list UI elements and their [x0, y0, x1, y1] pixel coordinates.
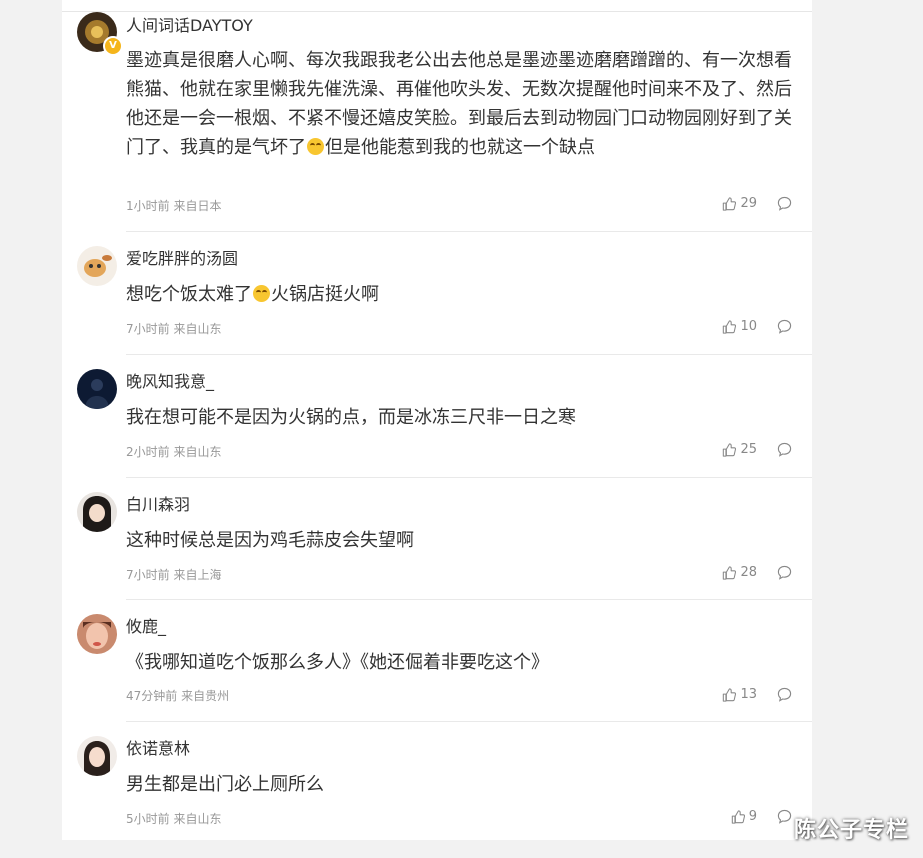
- comment-bubble-icon[interactable]: [777, 687, 792, 702]
- thumbs-up-icon: [731, 809, 745, 824]
- avatar[interactable]: [77, 736, 117, 776]
- comment-text: 墨迹真是很磨人心啊、每次我跟我老公出去他总是墨迹墨迹磨磨蹭蹭的、有一次想看熊猫、…: [126, 46, 796, 162]
- thumbs-up-icon: [723, 196, 737, 211]
- thumbs-up-icon: [723, 319, 737, 334]
- comment-text-part: 想吃个饭太难了: [126, 284, 252, 305]
- comment-actions: 9: [731, 809, 792, 824]
- comment-item: 晚风知我意_ 我在想可能不是因为火锅的点，而是冰冻三尺非一日之寒 2小时前 来自…: [62, 355, 812, 478]
- username[interactable]: 白川森羽: [126, 494, 190, 516]
- comment-text: 这种时候总是因为鸡毛蒜皮会失望啊: [126, 530, 414, 551]
- watermark-text: 陈公子专栏: [793, 818, 909, 843]
- comment-actions: 25: [722, 442, 792, 457]
- comment-item: 依诺意林 男生都是出门必上厕所么 5小时前 来自山东 9: [62, 722, 812, 840]
- comment-actions: 10: [722, 319, 792, 334]
- like-button[interactable]: 10: [722, 319, 757, 334]
- thumbs-up-icon: [723, 565, 737, 580]
- comment-item: 爱吃胖胖的汤圆 想吃个饭太难了 火锅店挺火啊 7小时前 来自山东 10: [62, 232, 812, 355]
- comment-meta: 2小时前 来自山东: [126, 445, 222, 459]
- laughing-tears-emoji-icon: [253, 285, 270, 302]
- comment-meta: 7小时前 来自山东: [126, 322, 222, 336]
- comment-item: 攸鹿_ 《我哪知道吃个饭那么多人》《她还倔着非要吃这个》 47分钟前 来自贵州 …: [62, 600, 812, 722]
- avatar[interactable]: [77, 614, 117, 654]
- comment-item: 白川森羽 这种时候总是因为鸡毛蒜皮会失望啊 7小时前 来自上海 28: [62, 478, 812, 600]
- thumbs-up-icon: [723, 687, 737, 702]
- like-count: 25: [740, 442, 757, 457]
- username[interactable]: 晚风知我意_: [126, 371, 214, 393]
- like-button[interactable]: 25: [722, 442, 757, 457]
- comment-bubble-icon[interactable]: [777, 196, 792, 211]
- like-button[interactable]: 13: [722, 687, 757, 702]
- avatar[interactable]: [77, 492, 117, 532]
- like-count: 29: [740, 196, 757, 211]
- comment-bubble-icon[interactable]: [777, 809, 792, 824]
- avatar[interactable]: [77, 369, 117, 409]
- comment-actions: 29: [722, 196, 792, 211]
- comment-text: 男生都是出门必上厕所么: [126, 774, 324, 795]
- comment-item: V 人间词话DAYTOY 墨迹真是很磨人心啊、每次我跟我老公出去他总是墨迹墨迹磨…: [62, 12, 812, 232]
- comment-bubble-icon[interactable]: [777, 565, 792, 580]
- comment-text-part: 火锅店挺火啊: [271, 284, 379, 305]
- comment-text-part: 但是他能惹到我的也就这一个缺点: [325, 137, 595, 158]
- like-count: 28: [740, 565, 757, 580]
- comment-text: 想吃个饭太难了 火锅店挺火啊: [126, 280, 796, 309]
- like-button[interactable]: 28: [722, 565, 757, 580]
- comment-meta: 1小时前 来自日本: [126, 199, 222, 213]
- username[interactable]: 依诺意林: [126, 738, 190, 760]
- comment-text: 我在想可能不是因为火锅的点，而是冰冻三尺非一日之寒: [126, 407, 576, 428]
- username[interactable]: 攸鹿_: [126, 616, 166, 638]
- avatar[interactable]: [77, 246, 117, 286]
- comments-panel: V 人间词话DAYTOY 墨迹真是很磨人心啊、每次我跟我老公出去他总是墨迹墨迹磨…: [62, 0, 812, 840]
- comment-actions: 13: [722, 687, 792, 702]
- username[interactable]: 人间词话DAYTOY: [126, 15, 253, 37]
- username[interactable]: 爱吃胖胖的汤圆: [126, 248, 238, 270]
- top-divider: [62, 11, 812, 12]
- like-button[interactable]: 9: [731, 809, 757, 824]
- comment-text: 《我哪知道吃个饭那么多人》《她还倔着非要吃这个》: [126, 652, 549, 673]
- like-button[interactable]: 29: [722, 196, 757, 211]
- comment-meta: 7小时前 来自上海: [126, 568, 222, 582]
- laughing-tears-emoji-icon: [307, 138, 324, 155]
- comment-feed-page: V 人间词话DAYTOY 墨迹真是很磨人心啊、每次我跟我老公出去他总是墨迹墨迹磨…: [0, 0, 923, 858]
- like-count: 9: [748, 809, 757, 824]
- comment-meta: 5小时前 来自山东: [126, 812, 222, 826]
- like-count: 13: [740, 687, 757, 702]
- like-count: 10: [740, 319, 757, 334]
- comment-meta: 47分钟前 来自贵州: [126, 689, 230, 703]
- thumbs-up-icon: [723, 442, 737, 457]
- comment-bubble-icon[interactable]: [777, 442, 792, 457]
- comment-bubble-icon[interactable]: [777, 319, 792, 334]
- verified-badge: V: [103, 36, 123, 56]
- comment-actions: 28: [722, 565, 792, 580]
